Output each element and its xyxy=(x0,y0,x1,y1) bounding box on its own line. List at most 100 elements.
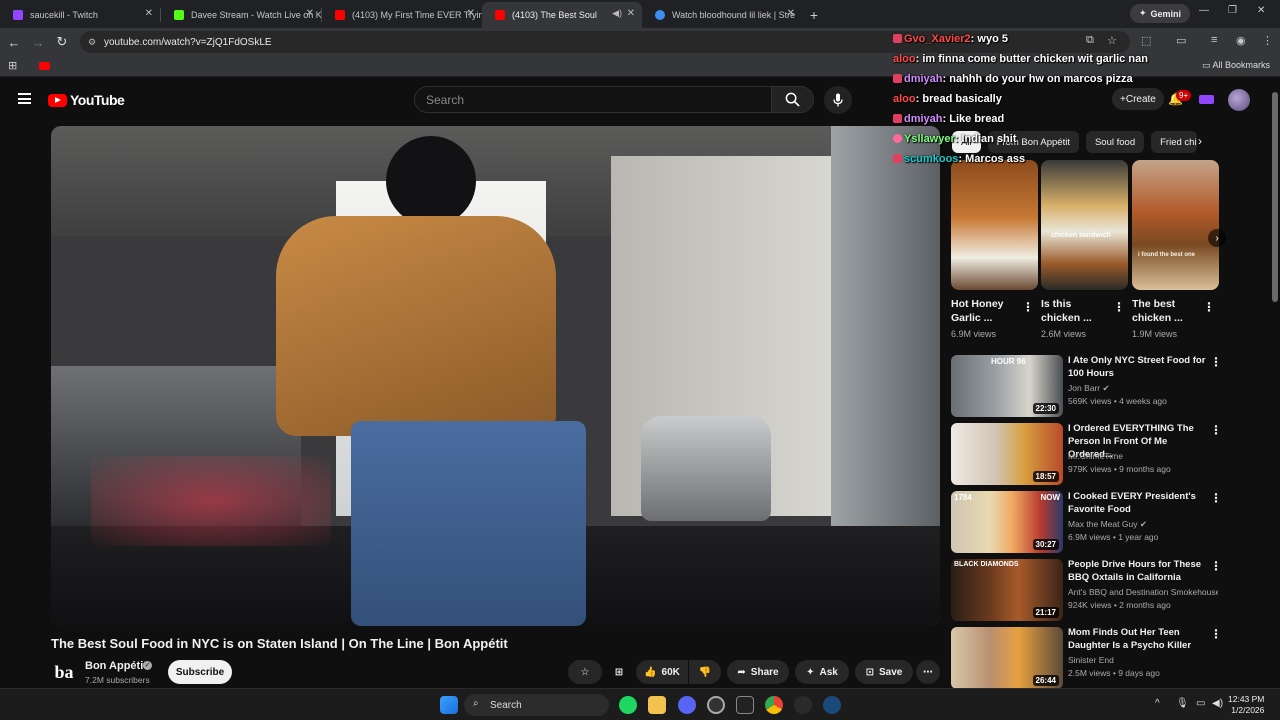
back-arrow-icon[interactable]: ← xyxy=(2,35,26,50)
more-options-icon[interactable]: ⋮ xyxy=(1210,355,1222,369)
g-hub-icon[interactable] xyxy=(794,696,812,714)
account-avatar[interactable] xyxy=(1228,89,1250,111)
gemini-button[interactable]: ✦ Gemini xyxy=(1129,4,1190,23)
channel-label: Max the Meat Guy xyxy=(1068,519,1138,529)
taskbar-search[interactable]: ⌕ Search xyxy=(464,694,609,716)
more-options-icon[interactable]: ⋮ xyxy=(1210,559,1222,573)
like-button[interactable]: 👍 60K xyxy=(636,660,688,684)
forward-arrow-icon[interactable]: → xyxy=(26,35,50,50)
site-info-icon[interactable]: ⚙ xyxy=(88,37,96,48)
more-options-icon[interactable]: ⋮ xyxy=(1203,300,1215,314)
ask-button[interactable]: ✦ Ask xyxy=(795,660,849,684)
short-thumbnail[interactable] xyxy=(951,160,1038,290)
search-button[interactable] xyxy=(771,86,814,113)
restore-icon[interactable]: ❐ xyxy=(1228,5,1237,16)
close-tab-icon[interactable]: ✕ xyxy=(627,8,635,19)
steam-icon[interactable] xyxy=(823,696,841,714)
profile-icon[interactable]: ◉ xyxy=(1236,34,1246,47)
more-options-icon[interactable]: ⋮ xyxy=(1210,627,1222,641)
windows-start-icon[interactable] xyxy=(440,696,458,714)
chrome-menu-icon[interactable]: ⋮ xyxy=(1262,34,1273,47)
browser-tab-twitch[interactable]: saucekill - Twitch ✕ xyxy=(0,2,160,28)
more-options-icon[interactable]: ⋮ xyxy=(1113,300,1125,314)
recommendation-title[interactable]: Mom Finds Out Her Teen Daughter Is a Psy… xyxy=(1068,626,1208,652)
recommendation-thumbnail[interactable]: 1784 NOW 30:27 xyxy=(951,491,1063,553)
video-player[interactable] xyxy=(51,126,940,626)
taskbar-clock[interactable]: 12:43 PM 1/2/2026 xyxy=(1228,694,1264,716)
tray-mic-icon[interactable]: 🎙 xyxy=(1176,698,1189,709)
recommendation-title[interactable]: People Drive Hours for These BBQ Oxtails… xyxy=(1068,558,1208,584)
search-placeholder: Search xyxy=(426,92,465,107)
discord-icon[interactable] xyxy=(678,696,696,714)
recommendation-channel[interactable]: Mr.ChimeTime xyxy=(1068,451,1123,461)
all-bookmarks-button[interactable]: ▭ All Bookmarks xyxy=(1202,60,1270,71)
favorite-star-button[interactable]: ☆ xyxy=(568,660,602,684)
channel-avatar[interactable]: ba xyxy=(51,659,77,685)
browser-tab-youtube-first[interactable]: (4103) My First Time EVER Trying ✕ xyxy=(322,2,482,28)
grid-button[interactable]: ⊞ xyxy=(606,660,632,684)
short-thumbnail[interactable]: i found the best one xyxy=(1132,160,1219,290)
more-options-icon[interactable]: ⋮ xyxy=(1022,300,1034,314)
subscribe-button[interactable]: Subscribe xyxy=(168,660,232,684)
short-title[interactable]: The best chicken ... xyxy=(1132,297,1204,325)
tray-volume-icon[interactable]: ◀) xyxy=(1212,698,1223,709)
short-title[interactable]: Hot Honey Garlic ... xyxy=(951,297,1023,325)
url-text: youtube.com/watch?v=ZjQ1FdOSkLE xyxy=(104,36,272,48)
file-explorer-icon[interactable] xyxy=(648,696,666,714)
browser-tab-youtube-active[interactable]: (4103) The Best Soul Food in NYC ◀) ✕ xyxy=(482,2,642,28)
chat-text: Marcos ass xyxy=(965,153,1026,165)
recommendation-title[interactable]: I Cooked EVERY President's Favorite Food xyxy=(1068,490,1208,516)
epic-games-icon[interactable] xyxy=(736,696,754,714)
chat-text: im finna come butter chicken wit garlic … xyxy=(922,53,1148,65)
recommendation-thumbnail[interactable]: HOUR 96 22:30 xyxy=(951,355,1063,417)
reload-icon[interactable]: ↻ xyxy=(50,34,74,50)
more-actions-button[interactable]: ⋯ xyxy=(916,660,940,684)
browser-tab-bloodhound[interactable]: Watch bloodhound lil liek | Stre ✕ xyxy=(642,2,802,28)
app-icon[interactable] xyxy=(707,696,725,714)
browser-tab-kick[interactable]: Davee Stream - Watch Live on Kick ✕ xyxy=(161,2,321,28)
window-close-icon[interactable]: ✕ xyxy=(1257,5,1265,16)
youtube-logo[interactable]: YouTube xyxy=(48,92,125,108)
reading-list-icon[interactable]: ≡ xyxy=(1211,34,1217,46)
close-tab-icon[interactable]: ✕ xyxy=(145,8,153,19)
menu-icon[interactable] xyxy=(18,93,31,104)
new-tab-icon[interactable]: + xyxy=(802,2,826,28)
more-options-icon[interactable]: ⋮ xyxy=(1210,423,1222,437)
spotify-icon[interactable] xyxy=(619,696,637,714)
recommendation-channel[interactable]: Ant's BBQ and Destination Smokehouse xyxy=(1068,587,1218,597)
voice-search-button[interactable] xyxy=(824,86,852,114)
recommendation-channel[interactable]: Sinister End xyxy=(1068,655,1114,665)
recommendation-title[interactable]: I Ate Only NYC Street Food for 100 Hours xyxy=(1068,354,1208,380)
shorts-next-arrow-icon[interactable]: › xyxy=(1208,229,1226,247)
recommendation-thumbnail[interactable]: BLACK DIAMONDS 21:17 xyxy=(951,559,1063,621)
tray-network-icon[interactable]: ▭ xyxy=(1196,698,1205,709)
save-button[interactable]: ⊡ Save xyxy=(855,660,913,684)
short-title[interactable]: Is this chicken ... xyxy=(1041,297,1113,325)
close-tab-icon[interactable]: ✕ xyxy=(467,8,475,19)
apps-grid-icon[interactable]: ⊞ xyxy=(8,59,17,72)
speaker-icon[interactable]: ◀) xyxy=(612,8,622,19)
channel-name[interactable]: Bon Appétit xyxy=(85,660,147,672)
chevron-right-icon[interactable]: › xyxy=(1198,134,1202,148)
recommendation-thumbnail[interactable]: 18:57 xyxy=(951,423,1063,485)
chrome-icon[interactable] xyxy=(765,696,783,714)
youtube-bookmark-icon[interactable] xyxy=(39,62,50,70)
scrollbar-thumb[interactable] xyxy=(1272,92,1278,302)
dislike-button[interactable]: 👎 xyxy=(689,660,721,684)
close-tab-icon[interactable]: ✕ xyxy=(787,8,795,19)
chat-username: Gvo_Xavier2 xyxy=(904,33,971,45)
recommendation-channel[interactable]: Jon Barr ✔ xyxy=(1068,383,1110,394)
recommendation-channel[interactable]: Max the Meat Guy ✔ xyxy=(1068,519,1147,530)
search-input[interactable]: Search xyxy=(414,86,772,113)
recommendation-thumbnail[interactable]: 26:44 xyxy=(951,627,1063,689)
video-frame-red-glow xyxy=(91,456,331,546)
chat-message: aloo: bread basically xyxy=(893,93,1002,105)
more-options-icon[interactable]: ⋮ xyxy=(1210,491,1222,505)
minimize-icon[interactable]: — xyxy=(1199,5,1209,16)
short-thumbnail[interactable]: chicken sandwich xyxy=(1041,160,1128,290)
tray-chevron-icon[interactable]: ^ xyxy=(1155,698,1160,709)
page-scrollbar[interactable] xyxy=(1270,78,1280,688)
close-tab-icon[interactable]: ✕ xyxy=(306,8,314,19)
twitch-extension-icon[interactable] xyxy=(1199,95,1214,104)
share-button[interactable]: ➦ Share xyxy=(727,660,789,684)
